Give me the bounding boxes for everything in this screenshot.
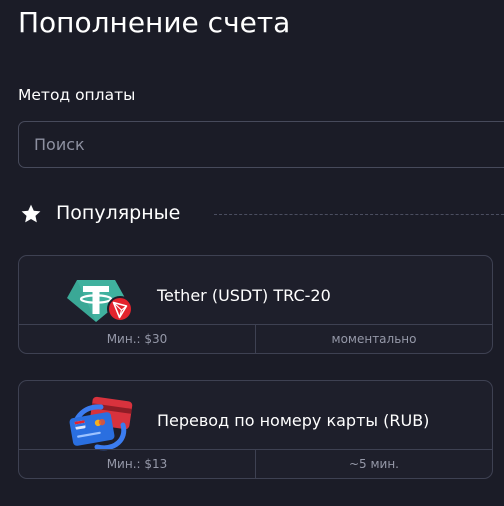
payment-method-details: Мин.: $13 ~5 мин. bbox=[19, 449, 492, 478]
minimum-amount: Мин.: $13 bbox=[106, 457, 168, 471]
star-icon bbox=[21, 204, 41, 223]
processing-time: моментально bbox=[255, 325, 492, 353]
popular-section-title: Популярные bbox=[56, 202, 181, 224]
popular-section-header: Популярные bbox=[18, 200, 504, 230]
search-field[interactable] bbox=[18, 121, 504, 168]
payment-method-card-rub-transfer[interactable]: Перевод по номеру карты (RUB) Мин.: $13 … bbox=[18, 380, 493, 479]
payment-method-details: Мин.: $30 моментально bbox=[19, 324, 492, 353]
payment-method-name: Tether (USDT) TRC-20 bbox=[157, 286, 331, 305]
search-input[interactable] bbox=[19, 122, 504, 167]
payment-method-card-usdt-trc20[interactable]: Tether (USDT) TRC-20 Мин.: $30 моменталь… bbox=[18, 255, 493, 354]
tether-tron-icon bbox=[67, 280, 133, 322]
processing-time: ~5 мин. bbox=[255, 450, 492, 478]
bank-cards-icon bbox=[69, 396, 133, 451]
payment-method-label: Метод оплаты bbox=[18, 86, 136, 104]
section-divider bbox=[214, 214, 504, 215]
minimum-amount: Мин.: $30 bbox=[106, 332, 168, 346]
payment-method-name: Перевод по номеру карты (RUB) bbox=[157, 411, 430, 430]
page-title: Пополнение счета bbox=[18, 6, 291, 39]
